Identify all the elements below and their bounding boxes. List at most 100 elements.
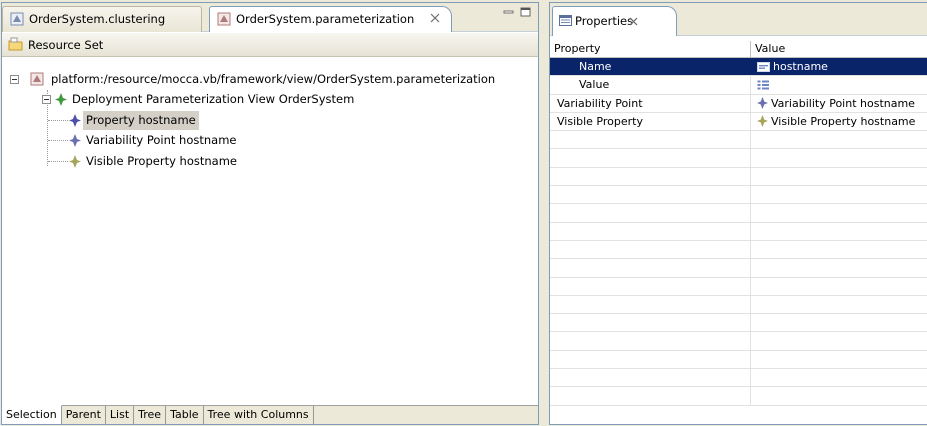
view-diamond-icon	[55, 93, 67, 106]
column-header-value[interactable]: Value	[751, 41, 927, 58]
tab-label: OrderSystem.clustering	[29, 12, 166, 26]
empty-cell	[550, 149, 751, 167]
property-value-cell[interactable]: Visible Property hostname	[751, 113, 927, 130]
empty-rows	[550, 131, 927, 406]
table-row-empty	[550, 277, 927, 296]
empty-cell	[751, 278, 927, 295]
tree-label: Deployment Parameterization View OrderSy…	[72, 92, 355, 106]
empty-cell	[550, 295, 751, 314]
empty-cell	[751, 223, 927, 240]
maximize-icon[interactable]	[520, 7, 532, 18]
editor-panel: OrderSystem.clustering OrderSystem.param…	[1, 2, 539, 425]
table-row-visible-property[interactable]: Visible Property Visible Property hostna…	[550, 112, 927, 132]
page-tab-tree[interactable]: Tree	[134, 406, 167, 424]
column-header-property[interactable]: Property	[550, 41, 751, 58]
close-icon[interactable]	[628, 16, 639, 27]
empty-cell	[751, 369, 927, 386]
table-row-empty	[550, 332, 927, 351]
window-controls	[503, 7, 532, 18]
table-row-empty	[550, 222, 927, 241]
table-row-empty	[550, 240, 927, 260]
empty-cell	[550, 204, 751, 222]
properties-tab-label: Properties	[575, 14, 634, 28]
tree-guide	[48, 140, 68, 141]
resource-set-header: Resource Set	[2, 33, 538, 57]
page-tab-selection[interactable]: Selection	[2, 405, 62, 424]
empty-cell	[550, 167, 751, 186]
table-row-empty	[550, 149, 927, 168]
minimize-icon[interactable]	[503, 7, 515, 18]
model-file-icon	[217, 12, 231, 26]
properties-table: Property Value Name hostname Value Varia…	[550, 41, 927, 406]
property-value-cell[interactable]: hostname	[751, 58, 927, 75]
empty-cell	[751, 296, 927, 313]
table-row-empty	[550, 387, 927, 406]
empty-cell	[550, 369, 751, 387]
property-value-cell[interactable]: Variability Point hostname	[751, 95, 927, 112]
tree-label: Variability Point hostname	[86, 133, 237, 147]
empty-cell	[550, 332, 751, 350]
table-row-empty	[550, 131, 927, 150]
tab-label: OrderSystem.parameterization	[236, 12, 415, 26]
property-name-cell: Visible Property	[550, 112, 751, 131]
properties-view: Properties Property Value Name hostname …	[549, 2, 927, 425]
properties-tabbar: Properties	[550, 3, 927, 36]
resource-set-label: Resource Set	[28, 38, 104, 52]
empty-cell	[550, 387, 751, 405]
property-name-cell: Variability Point	[550, 94, 751, 112]
editor-page-tabs: Selection Parent List Tree Table Tree wi…	[2, 405, 538, 424]
collapse-icon[interactable]	[10, 75, 19, 84]
model-tree: platform:/resource/mocca.vb/framework/vi…	[2, 59, 538, 404]
empty-cell	[751, 259, 927, 276]
empty-cell	[751, 168, 927, 185]
empty-cell	[751, 149, 927, 166]
tab-properties[interactable]: Properties	[552, 6, 677, 36]
empty-cell	[751, 241, 927, 258]
page-tab-tree-with-columns[interactable]: Tree with Columns	[204, 406, 314, 424]
table-row-empty	[550, 350, 927, 370]
list-icon	[757, 80, 769, 90]
property-value-cell[interactable]	[751, 76, 927, 93]
tree-label: Property hostname	[83, 111, 199, 130]
close-icon[interactable]	[429, 12, 441, 24]
empty-cell	[751, 387, 927, 404]
table-row-empty	[550, 314, 927, 333]
empty-cell	[550, 277, 751, 295]
property-value-text: Variability Point hostname	[771, 96, 915, 110]
empty-cell	[751, 332, 927, 349]
table-row-empty	[550, 369, 927, 388]
table-row-empty	[550, 186, 927, 205]
model-file-icon	[10, 12, 24, 26]
tab-ordersystem-clustering[interactable]: OrderSystem.clustering	[2, 6, 202, 32]
table-row-name[interactable]: Name hostname	[550, 58, 927, 77]
property-value-text: Visible Property hostname	[771, 114, 916, 128]
empty-cell	[550, 240, 751, 259]
collapse-icon[interactable]	[42, 95, 51, 104]
empty-cell	[550, 314, 751, 332]
panel-splitter[interactable]	[541, 0, 548, 426]
table-header: Property Value	[550, 41, 927, 58]
table-row-empty	[550, 167, 927, 187]
page-tab-table[interactable]: Table	[166, 406, 204, 424]
table-row-variability-point[interactable]: Variability Point Variability Point host…	[550, 94, 927, 113]
visible-diamond-icon	[757, 114, 768, 127]
resource-set-icon	[8, 37, 23, 51]
visible-diamond-icon	[69, 155, 81, 168]
empty-cell	[550, 259, 751, 277]
table-row-value[interactable]: Value	[550, 76, 927, 95]
tree-label: Visible Property hostname	[86, 154, 237, 168]
empty-cell	[751, 131, 927, 148]
tree-label: platform:/resource/mocca.vb/framework/vi…	[51, 72, 496, 86]
page-tab-parent[interactable]: Parent	[62, 406, 106, 424]
empty-cell	[751, 204, 927, 221]
text-field-icon	[757, 62, 770, 72]
empty-cell	[751, 351, 927, 368]
tree-guide	[48, 161, 68, 162]
page-tab-list[interactable]: List	[106, 406, 135, 424]
tab-ordersystem-parameterization[interactable]: OrderSystem.parameterization	[209, 6, 452, 32]
property-name-cell: Name	[550, 58, 751, 76]
empty-cell	[751, 314, 927, 331]
table-row-empty	[550, 295, 927, 315]
tree-guide	[48, 120, 68, 121]
variability-diamond-icon	[69, 134, 81, 147]
